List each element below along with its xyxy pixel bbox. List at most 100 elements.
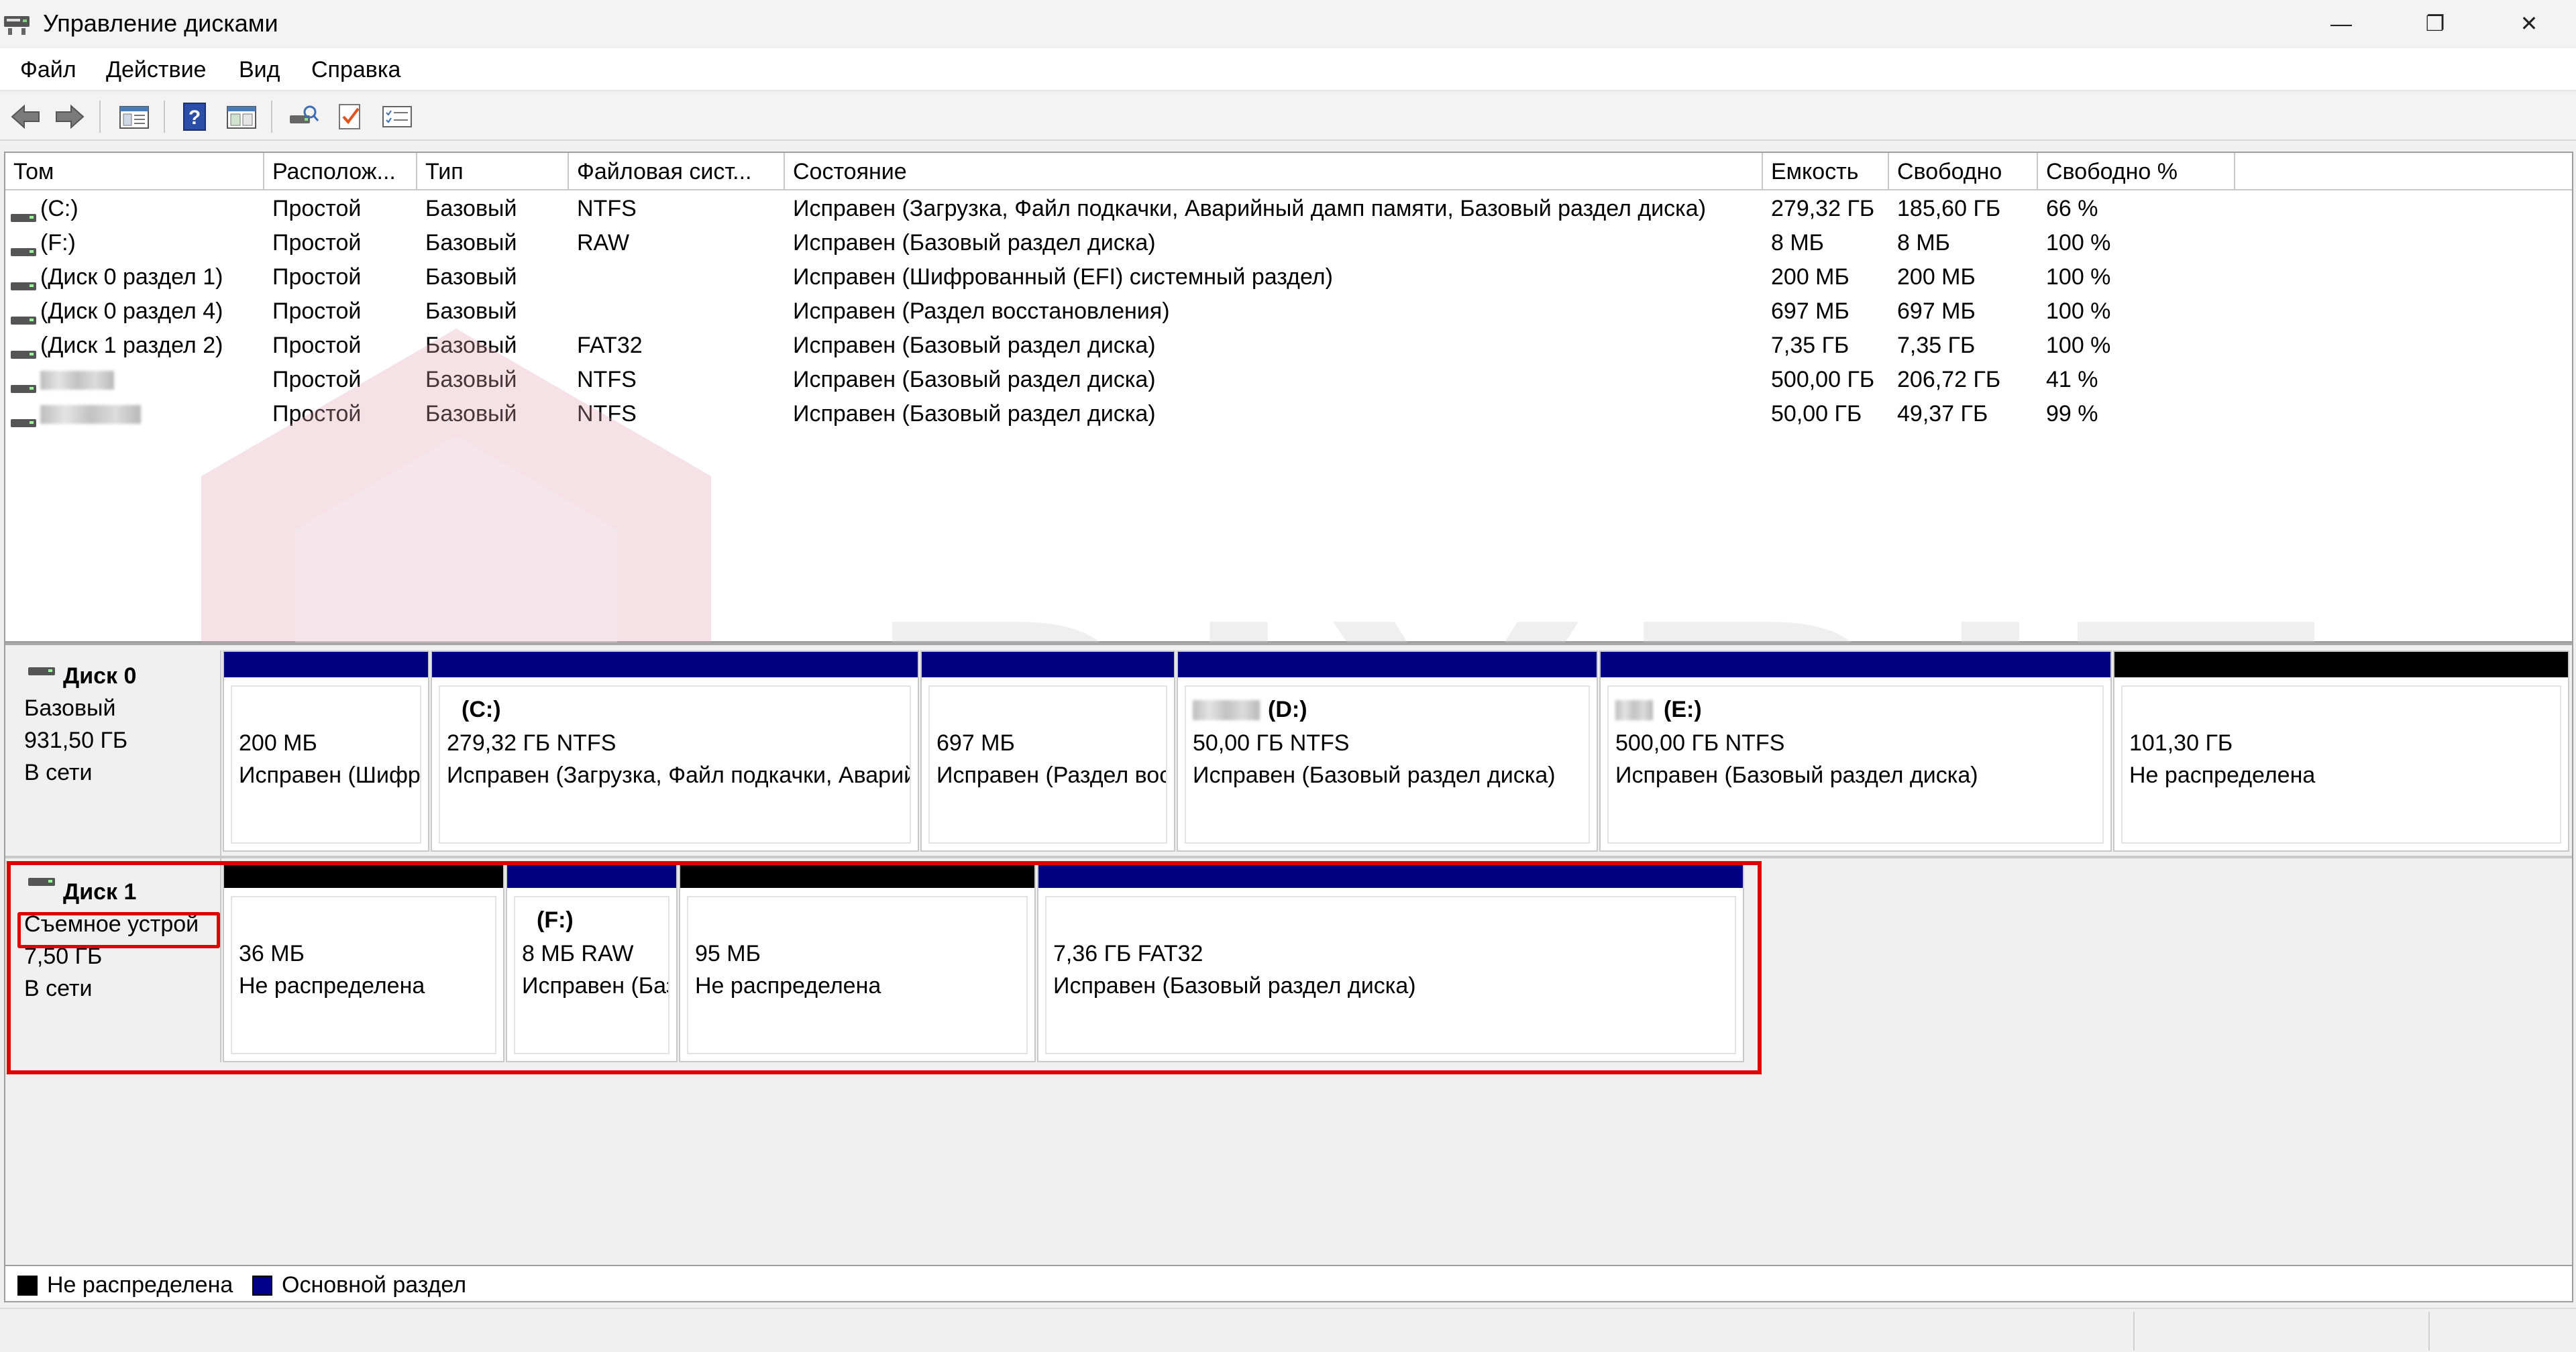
menu-help[interactable]: Справка [311,55,400,84]
column-header-type[interactable]: Тип [417,153,569,190]
disk-icon [28,665,55,679]
forward-button[interactable] [51,99,89,134]
list-button[interactable] [378,99,416,134]
table-cell-free_pct: 66 % [2046,196,2098,221]
menu-action[interactable]: Действие [106,55,206,84]
partition-d[interactable]: (D:) 50,00 ГБ NTFS Исправен (Базовый раз… [1177,651,1598,852]
partition-bar [432,652,918,677]
table-cell-free: 185,60 ГБ [1897,196,2001,221]
partition-size: 697 МБ [936,730,1015,756]
legend-primary-label: Основной раздел [282,1272,467,1298]
table-cell-free_pct: 100 % [2046,298,2111,324]
disk-row-1: Диск 1 Съемное устрой 7,50 ГБ В сети 36 … [5,861,2572,1072]
table-cell-free_pct: 100 % [2046,230,2111,256]
partition-size: 8 МБ RAW [522,941,634,966]
window-title: Управление дисками [43,9,278,37]
splitter[interactable] [5,642,2572,645]
partition-recovery[interactable]: 697 МБ Исправен (Раздел восстановления) [920,651,1175,852]
partition-status: Исправен (Базовый раздел диска) [1193,763,1556,788]
disk-1-type: Съемное устрой [24,911,199,937]
column-header-free[interactable]: Свободно [1889,153,2038,190]
table-cell-layout: Простой [272,298,362,324]
drive-icon [11,372,36,393]
table-cell-volume: (Диск 0 раздел 4) [40,298,223,324]
partition-body: 101,30 ГБ Не распределена [2121,685,2561,844]
toolbar-separator [164,101,165,133]
menu-view[interactable]: Вид [239,55,280,84]
drive-icon [11,235,36,256]
column-header-capacity[interactable]: Емкость [1763,153,1889,190]
table-cell-capacity: 697 МБ [1771,298,1849,324]
list-icon [382,106,412,127]
table-cell-free_pct: 99 % [2046,401,2098,427]
check-button[interactable] [331,99,369,134]
column-header-filesystem[interactable]: Файловая сист... [569,153,785,190]
partition-unallocated[interactable]: 36 МБ Не распределена [223,861,504,1062]
help-button[interactable]: ? [176,99,213,134]
partition-efi[interactable]: 200 МБ Исправен (Шифрованный (EFI) систе… [223,651,429,852]
table-row[interactable]: (Диск 0 раздел 4) Простой Базовый Исправен … [5,294,2572,329]
back-button[interactable] [7,99,44,134]
disk-1-info[interactable]: Диск 1 Съемное устрой 7,50 ГБ В сети [5,861,221,1062]
disk-1-name: Диск 1 [63,879,137,905]
menu-file[interactable]: Файл [20,55,76,84]
disk-row-0: Диск 0 Базовый 931,50 ГБ В сети 200 МБ И… [5,651,2572,861]
partition-fat32[interactable]: 7,36 ГБ FAT32 Исправен (Базовый раздел д… [1037,861,1744,1062]
partition-status: Исправен (Загрузка, Файл подкачки, Авари… [447,763,910,788]
disk-0-size: 931,50 ГБ [24,728,128,753]
column-header-layout[interactable]: Располож... [264,153,417,190]
partition-title: (E:) [1664,697,1702,722]
table-cell-fs [577,260,785,294]
toolbar-separator [99,101,101,133]
column-header-free-percent[interactable]: Свободно % [2038,153,2235,190]
console-tree-button[interactable] [115,99,153,134]
partition-size: 200 МБ [239,730,317,756]
partition-f[interactable]: (F:) 8 МБ RAW Исправен (Базовый раздел д… [506,861,678,1062]
column-header-volume[interactable]: Том [5,153,264,190]
table-cell-capacity: 200 МБ [1771,264,1849,290]
disk-0-info[interactable]: Диск 0 Базовый 931,50 ГБ В сети [5,651,221,861]
table-cell-capacity: 50,00 ГБ [1771,401,1862,427]
partition-size: 50,00 ГБ NTFS [1193,730,1350,756]
table-row[interactable]: (F:) Простой Базовый RAW Исправен (Базовый р… [5,226,2572,260]
partition-bar [507,862,676,888]
disk-management-app-icon [3,13,32,36]
restore-icon: ❐ [2425,11,2445,36]
partition-status: Исправен (Шифрованный (EFI) системный ра… [239,763,421,788]
partition-unallocated[interactable]: 101,30 ГБ Не распределена [2113,651,2569,852]
partition-e[interactable]: (E:) 500,00 ГБ NTFS Исправен (Базовый ра… [1599,651,2112,852]
legend-unallocated-label: Не распределена [47,1272,233,1298]
partition-unallocated[interactable]: 95 МБ Не распределена [679,861,1036,1062]
maximize-button[interactable]: ❐ [2388,0,2482,47]
table-cell-layout: Простой [272,264,362,290]
drive-icon [11,270,36,290]
table-row[interactable]: (Диск 0 раздел 1) Простой Базовый Исправен … [5,260,2572,294]
table-cell-fs: RAW [577,230,630,256]
table-cell-volume: (F:) [40,230,76,256]
status-separator [2133,1312,2135,1351]
view-button[interactable] [223,99,260,134]
table-cell-status: Исправен (Раздел восстановления) [793,298,1170,324]
partition-c[interactable]: (C:) 279,32 ГБ NTFS Исправен (Загрузка, … [431,651,919,852]
connect-button[interactable] [284,99,322,134]
table-cell-status: Исправен (Базовый раздел диска) [793,333,1156,358]
partition-body: 7,36 ГБ FAT32 Исправен (Базовый раздел д… [1045,896,1736,1054]
table-cell-layout: Простой [272,196,362,221]
partition-size: 36 МБ [239,941,305,966]
close-button[interactable]: ✕ [2482,0,2576,47]
minimize-button[interactable]: — [2294,0,2388,47]
partition-bar [224,652,428,677]
menu-bar: Файл Действие Вид Справка [0,48,2576,91]
column-header-status[interactable]: Состояние [785,153,1763,190]
disk-icon [28,876,55,889]
drive-icon [11,201,36,222]
close-icon: ✕ [2520,11,2538,36]
partition-status: Исправен (Базовый раздел диска) [1053,973,1416,999]
partition-title: (F:) [537,907,574,933]
partition-body: (D:) 50,00 ГБ NTFS Исправен (Базовый раз… [1185,685,1590,844]
table-row[interactable]: (C:) Простой Базовый NTFS Исправен (Загрузка… [5,192,2572,226]
partition-size: 500,00 ГБ NTFS [1615,730,1785,756]
partition-bar [2114,652,2568,677]
toolbar-separator [271,101,272,133]
disk-divider [5,856,2572,858]
